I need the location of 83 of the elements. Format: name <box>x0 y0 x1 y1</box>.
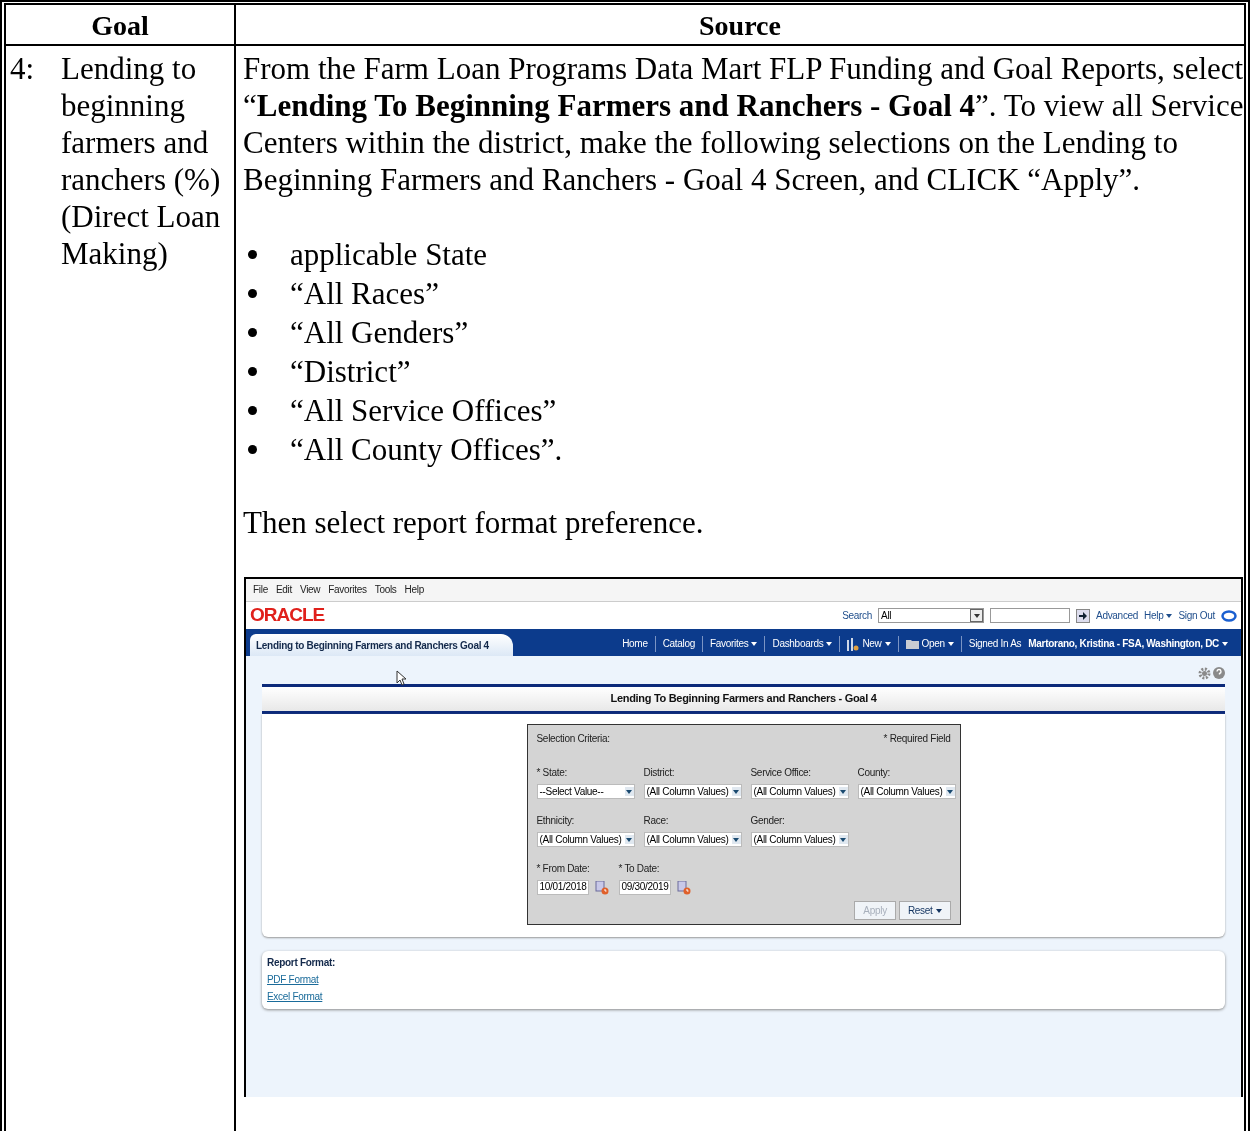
bullet-icon <box>248 289 257 298</box>
date-field[interactable]: 09/30/2019 <box>618 880 671 896</box>
format-link[interactable]: PDF Format <box>267 974 319 987</box>
field-label: Race: <box>643 815 670 828</box>
page-title: Lending To Beginning Farmers and Ranchers - Goal 4 <box>262 684 1225 715</box>
caret-icon <box>973 613 980 618</box>
calendar-clock-icon <box>676 880 691 895</box>
dropdown-field[interactable]: (All Column Values) <box>750 832 849 848</box>
bullet-icon <box>248 445 257 454</box>
nav-menu-item[interactable]: New <box>839 636 898 652</box>
arrow-icon <box>1079 611 1088 620</box>
search-field[interactable] <box>990 608 1071 623</box>
column-header: Source <box>236 5 1244 46</box>
dashboard-tab[interactable]: Lending to Beginning Farmers and Ranchers Goal 4 <box>250 634 513 656</box>
help-icon[interactable] <box>1213 667 1225 679</box>
bullet-icon <box>248 406 257 415</box>
calendar-clock-icon <box>594 880 609 895</box>
field-label: * State: <box>536 767 568 780</box>
caret-icon <box>733 789 739 794</box>
bullet-text: “District” <box>290 353 411 391</box>
selection-heading: Selection Criteria: <box>536 733 610 746</box>
bullet-text: “All Service Offices” <box>290 392 557 430</box>
go-button[interactable] <box>1076 608 1091 623</box>
logo: ORACLE <box>250 604 325 627</box>
field-label: Service Office: <box>750 767 812 780</box>
nav-menu-item[interactable]: Home <box>615 636 655 652</box>
header-link[interactable]: Help <box>1144 609 1173 622</box>
required-note: * Required Field <box>883 733 951 746</box>
menu-item[interactable]: Favorites <box>328 584 367 596</box>
menu-item[interactable]: File <box>253 584 268 596</box>
field-label: * To Date: <box>618 863 661 876</box>
menu-item[interactable]: Help <box>404 584 424 596</box>
dropdown-field[interactable]: (All Column Values) <box>857 784 956 800</box>
bullet-text: applicable State <box>290 236 488 274</box>
closing-text: Then select report format preference. <box>243 504 705 541</box>
field-label: * From Date: <box>536 863 591 876</box>
nav-menu-item[interactable]: Favorites <box>702 636 765 652</box>
caret-icon <box>626 837 632 842</box>
menu-item[interactable]: Edit <box>275 584 292 596</box>
header-link[interactable]: Sign Out <box>1178 609 1215 622</box>
format-link[interactable]: Excel Format <box>267 991 323 1004</box>
nav-menu-item[interactable]: Catalog <box>654 636 703 652</box>
dropdown-field[interactable]: --Select Value-- <box>536 784 635 800</box>
dropdown-field[interactable]: (All Column Values) <box>643 832 742 848</box>
caret-icon <box>840 837 846 842</box>
dropdown-field[interactable]: (All Column Values) <box>643 784 742 800</box>
bullet-text: “All County Offices”. <box>290 431 563 469</box>
bullet-icon <box>248 328 257 337</box>
bullet-icon <box>248 250 257 259</box>
bullet-text: “All Genders” <box>290 314 469 352</box>
field-label: County: <box>857 767 891 780</box>
report-format-title: Report Format: <box>267 957 337 970</box>
menu-item[interactable]: Tools <box>374 584 397 596</box>
field-label: Gender: <box>750 815 786 828</box>
bullet-icon <box>248 367 257 376</box>
header-link[interactable]: Advanced <box>1096 609 1139 622</box>
nav-menu-item[interactable]: Open <box>897 636 961 652</box>
column-header: Goal <box>6 5 236 46</box>
caret-icon <box>1222 642 1228 646</box>
field-label: Ethnicity: <box>536 815 576 828</box>
bar-chart-icon <box>847 637 860 651</box>
caret-icon <box>626 789 632 794</box>
dropdown-field[interactable]: (All Column Values) <box>750 784 849 800</box>
search-scope-dropdown[interactable]: All <box>878 608 985 623</box>
signed-in-menu[interactable]: Signed In As Martorano, Kristina - FSA, Washington, DC <box>960 636 1235 652</box>
field-label: District: <box>643 767 676 780</box>
dropdown-field[interactable]: (All Column Values) <box>536 832 635 848</box>
ring-icon <box>1221 609 1237 622</box>
search-label: Search <box>842 609 873 622</box>
source-paragraph: From the Farm Loan Programs Data Mart FLP Funding and Goal Reports, select “Lending To Beginning Farmers and Ranchers - Goal 4”. To view all Service Centers within the district, make the following selections on the Lending to Beginning Farmers and Ranchers - Goal 4 Screen, and CLICK “Apply”. <box>243 50 1244 198</box>
settings-icon[interactable] <box>1198 666 1211 680</box>
goal-number: 4: <box>10 50 36 88</box>
mouse-cursor-icon <box>396 670 406 686</box>
folder-icon <box>905 639 919 649</box>
menu-item[interactable]: View <box>299 584 321 596</box>
caret-icon <box>947 789 953 794</box>
date-field[interactable]: 10/01/2018 <box>536 880 589 896</box>
caret-icon <box>733 837 739 842</box>
nav-menu-item[interactable]: Dashboards <box>764 636 840 652</box>
bullet-text: “All Races” <box>290 275 439 313</box>
prompt-button[interactable]: Reset <box>898 901 951 921</box>
goal-text: Lending to beginning farmers and ranchers (%) (Direct Loan Making) <box>61 50 222 273</box>
caret-icon <box>840 789 846 794</box>
